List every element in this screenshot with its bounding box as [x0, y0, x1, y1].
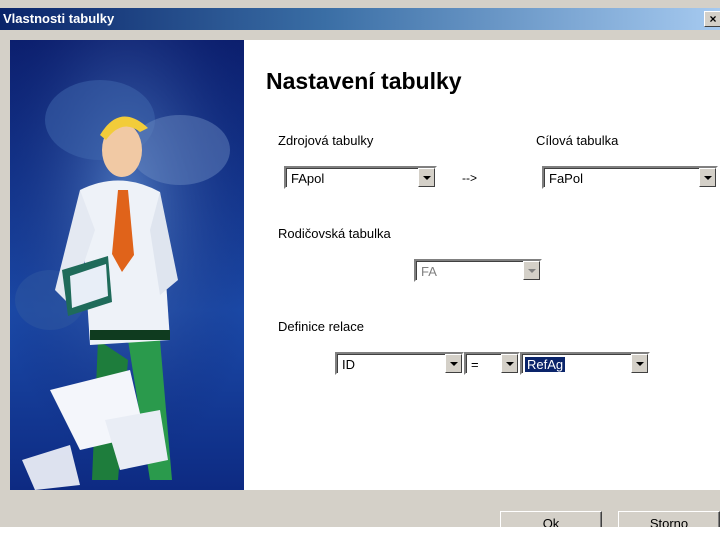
man-reading-illustration [10, 40, 244, 490]
source-table-label: Zdrojová tabulky [278, 133, 374, 148]
parent-table-select: FA [414, 259, 542, 282]
cancel-button[interactable]: Storno [618, 511, 720, 527]
chevron-down-icon[interactable] [501, 354, 518, 373]
table-properties-dialog: Vlastnosti tabulky × Nastavení tabulky Z… [0, 0, 720, 527]
ok-button[interactable]: Ok [500, 511, 602, 527]
chevron-down-icon [523, 261, 540, 280]
source-table-select[interactable]: FApol [284, 166, 437, 189]
wizard-illustration [10, 40, 244, 490]
target-table-value: FaPol [549, 171, 583, 186]
window-title: Vlastnosti tabulky [3, 11, 115, 26]
chevron-down-icon[interactable] [418, 168, 435, 187]
chevron-down-icon[interactable] [631, 354, 648, 373]
page-title: Nastavení tabulky [266, 68, 462, 94]
relation-left-field-select[interactable]: ID [335, 352, 464, 375]
relation-right-field-value: RefAg [523, 356, 567, 373]
button-bar: Ok Storno [0, 491, 720, 527]
relation-right-field-select[interactable]: RefAg [520, 352, 650, 375]
settings-panel: Nastavení tabulky Zdrojová tabulky Cílov… [244, 40, 720, 490]
relation-left-field-value: ID [342, 357, 355, 372]
left-margin [0, 40, 10, 490]
relation-operator-select[interactable]: = [464, 352, 520, 375]
target-table-select[interactable]: FaPol [542, 166, 718, 189]
chevron-down-icon[interactable] [445, 354, 462, 373]
chevron-down-icon[interactable] [699, 168, 716, 187]
parent-table-label: Rodičovská tabulka [278, 226, 391, 241]
relation-operator-value: = [471, 357, 479, 372]
parent-table-value: FA [421, 264, 437, 279]
relation-definition-label: Definice relace [278, 319, 364, 334]
close-button[interactable]: × [704, 11, 720, 27]
title-bar: Vlastnosti tabulky × [0, 8, 720, 30]
source-table-value: FApol [291, 171, 325, 186]
arrow-text: --> [462, 171, 477, 185]
close-icon: × [709, 12, 717, 26]
target-table-label: Cílová tabulka [536, 133, 619, 148]
